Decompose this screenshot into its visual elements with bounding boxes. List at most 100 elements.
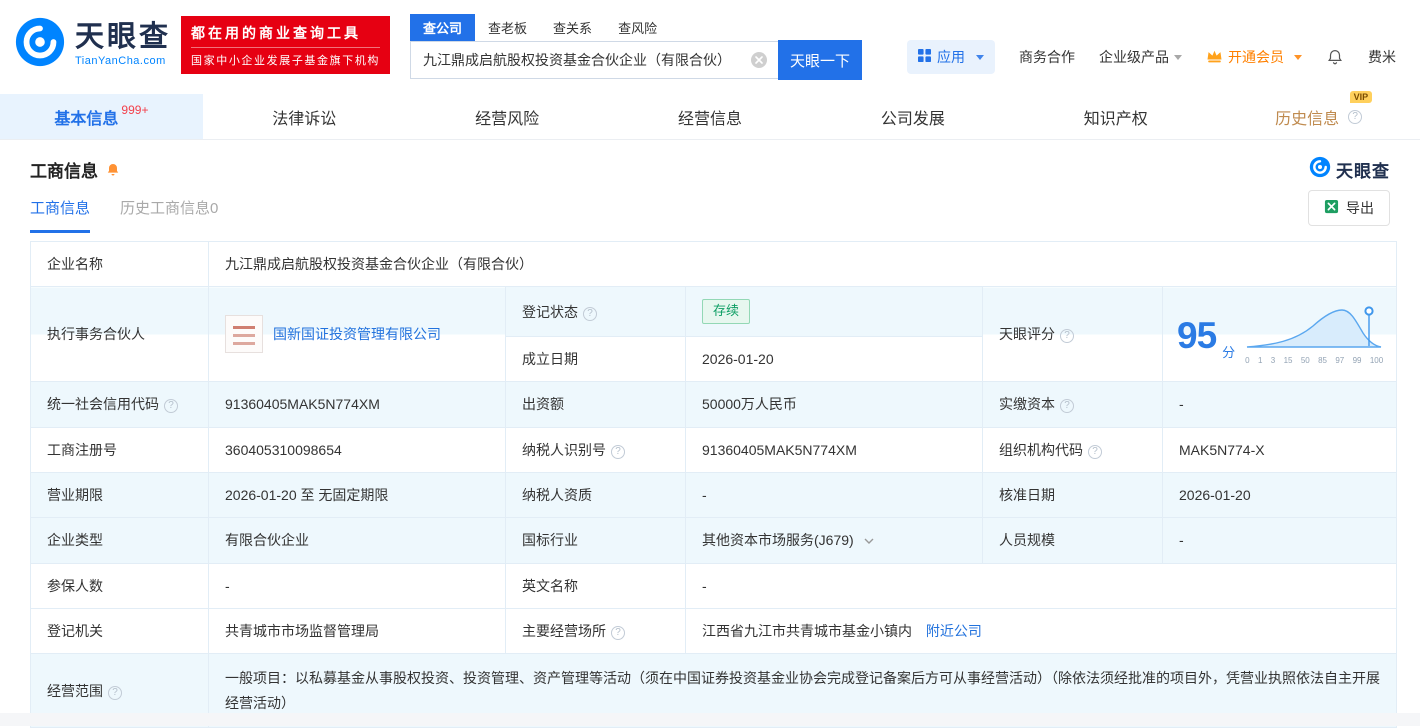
industry-value: 其他资本市场服务(J679) bbox=[702, 532, 854, 548]
search-button[interactable]: 天眼一下 bbox=[778, 40, 862, 80]
count-badge: 999+ bbox=[121, 103, 148, 117]
tab-intellectual-property[interactable]: 知识产权 bbox=[1014, 94, 1217, 139]
table-row: 登记机关 共青城市市场监督管理局 主要经营场所 江西省九江市共青城市基金小镇内 … bbox=[31, 608, 1397, 653]
field-label: 人员规模 bbox=[983, 518, 1163, 563]
subtab-history-business-info[interactable]: 历史工商信息0 bbox=[120, 197, 218, 233]
clear-icon[interactable] bbox=[750, 51, 768, 69]
tab-label: 经营风险 bbox=[475, 105, 539, 129]
help-icon[interactable] bbox=[1060, 399, 1074, 413]
score-value: 95 bbox=[1177, 317, 1216, 354]
industry-cell: 其他资本市场服务(J679) bbox=[686, 518, 983, 563]
crown-icon bbox=[1206, 49, 1223, 66]
apps-menu[interactable]: 应用 bbox=[907, 40, 995, 74]
tab-basic-info[interactable]: 基本信息 999+ bbox=[0, 94, 203, 139]
enterprise-menu[interactable]: 企业级产品 bbox=[1099, 47, 1182, 67]
field-label: 统一社会信用代码 bbox=[31, 382, 209, 427]
chevron-down-icon[interactable] bbox=[864, 538, 874, 544]
org-code-value: MAK5N774-X bbox=[1163, 427, 1397, 472]
tab-history-info[interactable]: VIP 历史信息 bbox=[1217, 94, 1420, 139]
page-bottom-strip bbox=[0, 713, 1420, 726]
field-label: 企业类型 bbox=[31, 518, 209, 563]
establish-date-value: 2026-01-20 bbox=[686, 337, 983, 382]
apps-grid-icon bbox=[918, 49, 931, 65]
field-label: 实缴资本 bbox=[983, 382, 1163, 427]
table-row: 统一社会信用代码 91360405MAK5N774XM 出资额 50000万人民… bbox=[31, 382, 1397, 427]
watermark-logo: 天眼查 bbox=[1309, 156, 1390, 183]
subtab-bar: 工商信息 历史工商信息0 导出 bbox=[0, 185, 1420, 233]
staff-size-value: - bbox=[1163, 518, 1397, 563]
tab-label: 法律诉讼 bbox=[272, 105, 336, 129]
slogan-line2: 国家中小企业发展子基金旗下机构 bbox=[191, 52, 380, 68]
field-label-text: 组织机构代码 bbox=[999, 442, 1083, 458]
field-label: 纳税人资质 bbox=[506, 473, 686, 518]
score-curve-chart[interactable]: 013 155085 9799100 bbox=[1245, 304, 1383, 367]
watermark-logo-icon bbox=[1309, 156, 1331, 183]
help-icon[interactable] bbox=[611, 626, 625, 640]
field-label-text: 登记状态 bbox=[522, 304, 578, 320]
tab-label: 知识产权 bbox=[1084, 105, 1148, 129]
company-nav-tabs: 基本信息 999+ 法律诉讼 经营风险 经营信息 公司发展 知识产权 VIP 历… bbox=[0, 94, 1420, 140]
company-name-value: 九江鼎成启航股权投资基金合伙企业（有限合伙） bbox=[209, 242, 1397, 287]
field-label: 营业期限 bbox=[31, 473, 209, 518]
apps-label: 应用 bbox=[937, 47, 965, 67]
help-icon[interactable] bbox=[164, 399, 178, 413]
nearby-companies-link[interactable]: 附近公司 bbox=[926, 623, 982, 639]
notification-bell-icon[interactable] bbox=[1326, 48, 1344, 66]
export-label: 导出 bbox=[1346, 198, 1374, 218]
search-tab-boss[interactable]: 查老板 bbox=[475, 14, 540, 41]
help-icon[interactable] bbox=[1088, 445, 1102, 459]
header-menu: 应用 商务合作 企业级产品 开通会员 费米 bbox=[907, 40, 1396, 74]
table-row: 执行事务合伙人 国新国证投资管理有限公司 登记状态 存续 天眼评分 95 分 bbox=[31, 287, 1397, 337]
main-place-value: 江西省九江市共青城市基金小镇内 bbox=[702, 623, 912, 639]
tab-operation-risk[interactable]: 经营风险 bbox=[406, 94, 609, 139]
subscribe-bell-icon[interactable] bbox=[105, 162, 121, 178]
english-name-value: - bbox=[686, 563, 1397, 608]
field-label: 主要经营场所 bbox=[506, 608, 686, 653]
brand-domain: TianYanCha.com bbox=[75, 55, 171, 67]
tab-operation-info[interactable]: 经营信息 bbox=[609, 94, 812, 139]
cooperation-link[interactable]: 商务合作 bbox=[1019, 47, 1075, 67]
help-icon[interactable] bbox=[1348, 110, 1362, 124]
section-title: 工商信息 bbox=[30, 157, 98, 182]
search-input[interactable] bbox=[411, 52, 750, 68]
field-label: 组织机构代码 bbox=[983, 427, 1163, 472]
field-label: 天眼评分 bbox=[983, 287, 1163, 382]
tianyancha-logo[interactable]: 天眼查 TianYanCha.com bbox=[14, 16, 171, 73]
reg-status-cell: 存续 bbox=[686, 287, 983, 337]
help-icon[interactable] bbox=[1060, 329, 1074, 343]
help-icon[interactable] bbox=[108, 686, 122, 700]
search-area: 查公司 查老板 查关系 查风险 天眼一下 bbox=[410, 14, 862, 79]
enterprise-label: 企业级产品 bbox=[1099, 47, 1169, 67]
tab-label: 基本信息 bbox=[54, 105, 118, 129]
search-tab-risk[interactable]: 查风险 bbox=[605, 14, 670, 41]
section-header: 工商信息 天眼查 bbox=[0, 140, 1420, 185]
user-name[interactable]: 费米 bbox=[1368, 47, 1396, 67]
score-unit: 分 bbox=[1222, 344, 1235, 363]
score-axis: 013 155085 9799100 bbox=[1245, 355, 1383, 367]
paid-capital-value: - bbox=[1163, 382, 1397, 427]
field-label-text: 天眼评分 bbox=[999, 326, 1055, 342]
contribution-value: 50000万人民币 bbox=[686, 382, 983, 427]
tab-label: 历史信息 bbox=[1275, 105, 1339, 129]
credit-code-value: 91360405MAK5N774XM bbox=[209, 382, 506, 427]
watermark-text: 天眼查 bbox=[1336, 157, 1390, 182]
export-button[interactable]: 导出 bbox=[1308, 190, 1390, 226]
reg-authority-value: 共青城市市场监督管理局 bbox=[209, 608, 506, 653]
help-icon[interactable] bbox=[583, 307, 597, 321]
brand-name: 天眼查 bbox=[75, 23, 171, 52]
partner-company-link[interactable]: 国新国证投资管理有限公司 bbox=[273, 324, 441, 344]
table-row: 参保人数 - 英文名称 - bbox=[31, 563, 1397, 608]
search-tab-company[interactable]: 查公司 bbox=[410, 14, 475, 41]
tab-legal-proceedings[interactable]: 法律诉讼 bbox=[203, 94, 406, 139]
field-label: 成立日期 bbox=[506, 337, 686, 382]
table-row: 营业期限 2026-01-20 至 无固定期限 纳税人资质 - 核准日期 202… bbox=[31, 473, 1397, 518]
open-vip-link[interactable]: 开通会员 bbox=[1206, 47, 1302, 67]
field-label: 英文名称 bbox=[506, 563, 686, 608]
chevron-down-icon bbox=[1174, 55, 1182, 60]
help-icon[interactable] bbox=[611, 445, 625, 459]
field-label-text: 实缴资本 bbox=[999, 396, 1055, 412]
tab-company-development[interactable]: 公司发展 bbox=[811, 94, 1014, 139]
subtab-business-info[interactable]: 工商信息 bbox=[30, 197, 90, 233]
field-label: 企业名称 bbox=[31, 242, 209, 287]
search-tab-relation[interactable]: 查关系 bbox=[540, 14, 605, 41]
